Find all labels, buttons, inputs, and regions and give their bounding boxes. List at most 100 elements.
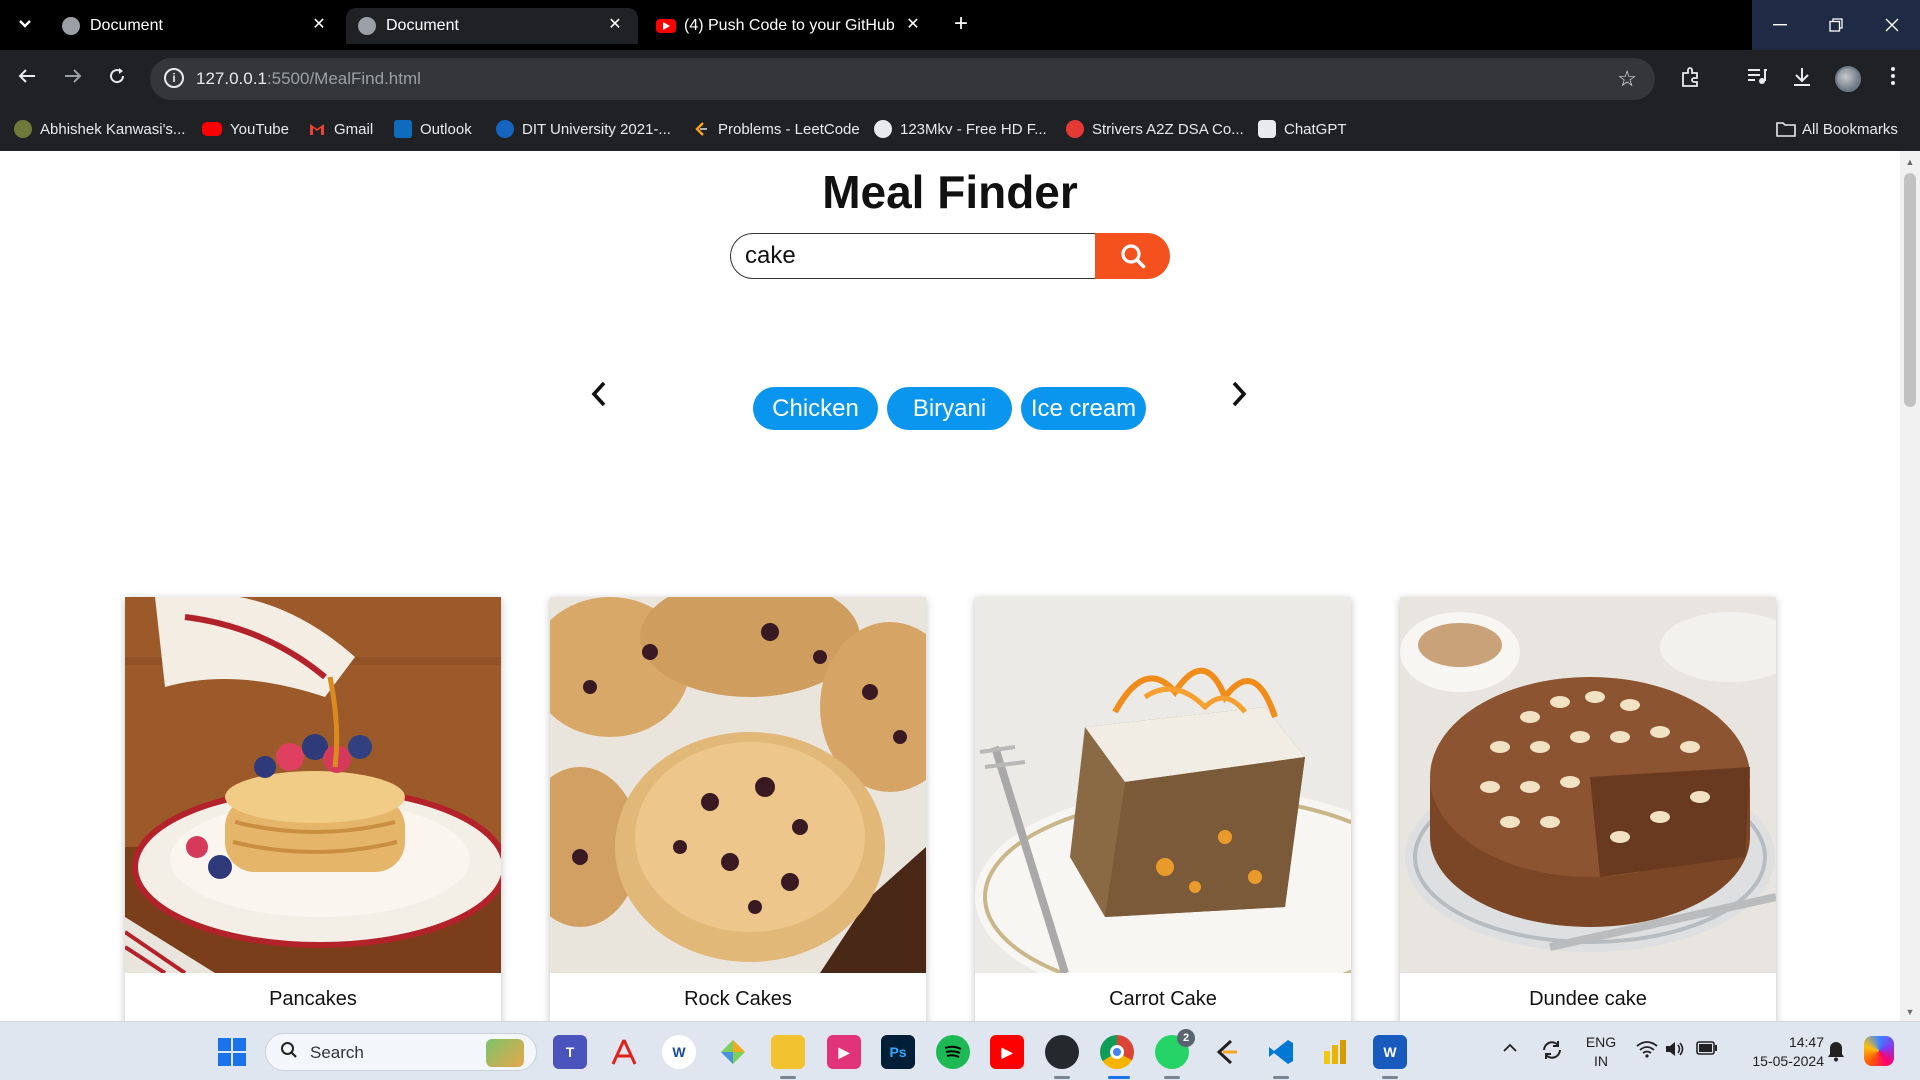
clock-time: 14:47 [1788,1034,1824,1050]
youtube-app-icon[interactable]: ▶ [990,1035,1024,1069]
tab-strip: Document ✕ Document ✕ (4) Push Code to y… [0,0,1920,50]
new-tab-button[interactable]: + [948,12,974,38]
scroll-up-arrow-icon[interactable]: ▲ [1905,157,1915,167]
meal-card-rock-cakes[interactable]: Rock Cakes [550,597,926,1021]
volume-icon[interactable] [1664,1040,1686,1080]
bookmark-youtube[interactable]: YouTube [202,116,289,142]
back-arrow-icon[interactable] [14,66,40,92]
copilot-diamond-icon[interactable] [716,1035,750,1069]
word-icon[interactable]: W [1373,1035,1407,1069]
tab-youtube[interactable]: (4) Push Code to your GitHub A ✕ [644,8,936,44]
github-desktop-icon[interactable] [1045,1035,1079,1069]
taskbar-search[interactable]: Search [265,1033,537,1071]
meal-card-dundee-cake[interactable]: Dundee cake [1400,597,1776,1021]
reload-icon[interactable] [104,66,130,92]
meal-card-carrot-cake[interactable]: Carrot Cake [975,597,1351,1021]
restore-button[interactable] [1808,0,1864,50]
codeblocks-icon[interactable] [1209,1035,1243,1069]
media-queue-icon[interactable] [1744,66,1770,92]
downloads-icon[interactable] [1789,66,1815,92]
bookmark-leetcode[interactable]: Problems - LeetCode [692,116,860,142]
bookmark-123mkv[interactable]: 123Mkv - Free HD F... [874,116,1047,142]
tab-document-1[interactable]: Document ✕ [50,8,342,44]
url-path: :5500/MealFind.html [266,69,421,88]
close-tab-icon[interactable]: ✕ [604,14,626,36]
search-button[interactable] [1095,233,1170,279]
taskbar-clock[interactable]: 14:47 15-05-2024 [1742,1033,1824,1071]
chip-chicken[interactable]: Chicken [753,387,878,430]
url-host: 127.0.0.1 [196,69,267,88]
carousel-prev-button[interactable] [584,374,614,414]
bookmark-dit-university[interactable]: DIT University 2021-... [496,116,671,142]
github-icon [14,120,32,138]
meal-image-carrot-cake [975,597,1351,973]
all-bookmarks-button[interactable]: All Bookmarks [1776,116,1898,142]
taskbar-search-label: Search [310,1043,364,1062]
bookmark-outlook[interactable]: Outlook [394,116,472,142]
spotify-icon[interactable] [936,1035,970,1069]
clipchamp-icon[interactable]: ▶ [827,1035,861,1069]
tab-document-2[interactable]: Document ✕ [346,8,638,44]
bookmark-label: Gmail [334,120,374,138]
tab-search-chevron-icon[interactable] [12,13,38,37]
vscode-icon[interactable] [1264,1035,1298,1069]
meal-search-input[interactable] [730,233,1096,279]
file-explorer-icon[interactable] [771,1035,805,1069]
bookmark-label: YouTube [230,120,289,138]
battery-icon[interactable] [1696,1041,1718,1080]
globe-icon [358,17,376,35]
close-tab-icon[interactable]: ✕ [902,14,924,36]
copilot-icon[interactable] [1864,1036,1894,1066]
minimize-button[interactable] [1752,0,1808,50]
address-bar[interactable]: i 127.0.0.1:5500/MealFind.html ☆ [150,58,1655,100]
profile-avatar[interactable] [1835,66,1861,92]
tuf-icon [1066,120,1084,138]
chip-ice-cream[interactable]: Ice cream [1021,387,1146,430]
search-icon [1120,244,1145,269]
active-indicator [1054,1076,1070,1079]
sync-icon[interactable] [1540,1038,1564,1080]
photoshop-icon[interactable]: Ps [881,1035,915,1069]
page-title: Meal Finder [822,166,1078,218]
word-online-icon[interactable]: W [662,1035,696,1069]
bookmark-strivers[interactable]: Strivers A2Z DSA Co... [1066,116,1244,142]
scrollbar-thumb[interactable] [1904,173,1916,407]
region-code: IN [1594,1053,1608,1069]
bookmark-chatgpt[interactable]: ChatGPT [1258,116,1347,142]
close-tab-icon[interactable]: ✕ [308,14,330,36]
page-scrollbar[interactable]: ▲ ▼ [1900,151,1920,1021]
active-indicator [1164,1076,1180,1079]
power-bi-icon[interactable] [1318,1035,1352,1069]
forward-arrow-icon[interactable] [60,66,86,92]
search-icon [280,1041,298,1065]
wordpress-icon [874,120,892,138]
bookmark-github[interactable]: Abhishek Kanwasi's... [14,116,185,142]
tab-title: Document [90,17,163,34]
teams-icon[interactable]: T [553,1035,587,1069]
language-indicator[interactable]: ENG IN [1584,1033,1618,1071]
bookmark-gmail[interactable]: Gmail [308,116,373,142]
meal-card-pancakes[interactable]: Pancakes [125,597,501,1021]
bookmarks-bar: Abhishek Kanwasi's... YouTube Gmail Outl… [0,108,1920,151]
more-menu-icon[interactable] [1880,66,1906,92]
notification-bell-icon[interactable] [1826,1040,1846,1080]
carousel-next-button[interactable] [1224,374,1254,414]
gmail-icon [308,120,326,138]
wifi-icon[interactable] [1636,1040,1658,1080]
meal-image-rock-cakes [550,597,926,973]
site-info-icon[interactable]: i [164,68,184,88]
tray-overflow-chevron-icon[interactable] [1502,1040,1518,1080]
close-window-button[interactable] [1864,0,1920,50]
whatsapp-icon[interactable]: 2 [1155,1029,1195,1069]
windows-start-icon[interactable] [218,1038,246,1066]
chrome-icon[interactable] [1100,1035,1134,1069]
scroll-down-arrow-icon[interactable]: ▼ [1905,1007,1915,1017]
extensions-icon[interactable] [1678,66,1704,92]
chip-biryani[interactable]: Biryani [887,387,1012,430]
bookmark-star-icon[interactable]: ☆ [1617,66,1637,92]
folder-icon [1776,120,1796,138]
youtube-icon [202,122,222,136]
meal-image-dundee-cake [1400,597,1776,973]
bookmark-label: All Bookmarks [1802,120,1898,138]
acrobat-icon[interactable] [607,1035,641,1069]
